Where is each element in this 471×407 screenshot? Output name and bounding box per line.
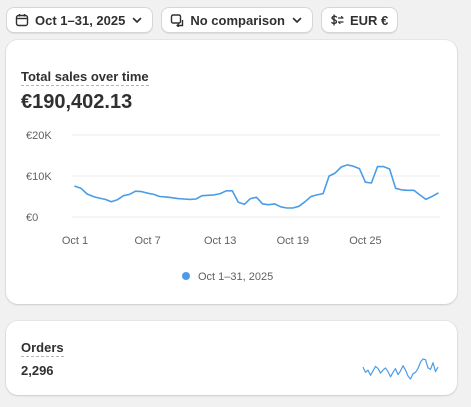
orders-sparkline	[362, 358, 439, 380]
date-range-button[interactable]: Oct 1–31, 2025	[6, 7, 154, 33]
x-tick-label: Oct 19	[277, 235, 309, 247]
currency-swap-icon	[330, 13, 344, 27]
chevron-down-icon	[291, 14, 303, 26]
orders-card: Orders 2,296	[6, 321, 457, 395]
comparison-button[interactable]: No comparison	[161, 7, 313, 33]
y-tick-label: €20K	[26, 130, 52, 142]
x-tick-label: Oct 1	[62, 235, 88, 247]
sales-series-line[interactable]	[74, 164, 439, 209]
calendar-icon	[15, 13, 29, 27]
report-toolbar: Oct 1–31, 2025 No comparison EUR €	[6, 7, 399, 33]
date-range-label: Oct 1–31, 2025	[35, 12, 126, 28]
x-tick-label: Oct 7	[134, 235, 160, 247]
total-sales-card: Total sales over time €190,402.13 €0 €10K…	[6, 40, 457, 304]
currency-button[interactable]: EUR €	[320, 7, 399, 33]
y-tick-label: €10K	[26, 171, 52, 183]
orders-series-line	[362, 358, 439, 380]
total-sales-chart[interactable]: €0€10K€20K Oct 1 Oct 7 Oct 13 Oct 19 Oct 25 …	[6, 40, 457, 304]
chevron-down-icon	[131, 14, 143, 26]
x-tick-label: Oct 13	[204, 235, 236, 247]
legend-label: Oct 1–31, 2025	[198, 271, 273, 283]
y-tick-label: €0	[26, 212, 38, 224]
x-tick-label: Oct 25	[349, 235, 381, 247]
legend-swatch	[182, 272, 190, 280]
comparison-label: No comparison	[190, 12, 285, 28]
currency-label: EUR €	[349, 12, 389, 28]
compare-icon	[170, 13, 184, 27]
